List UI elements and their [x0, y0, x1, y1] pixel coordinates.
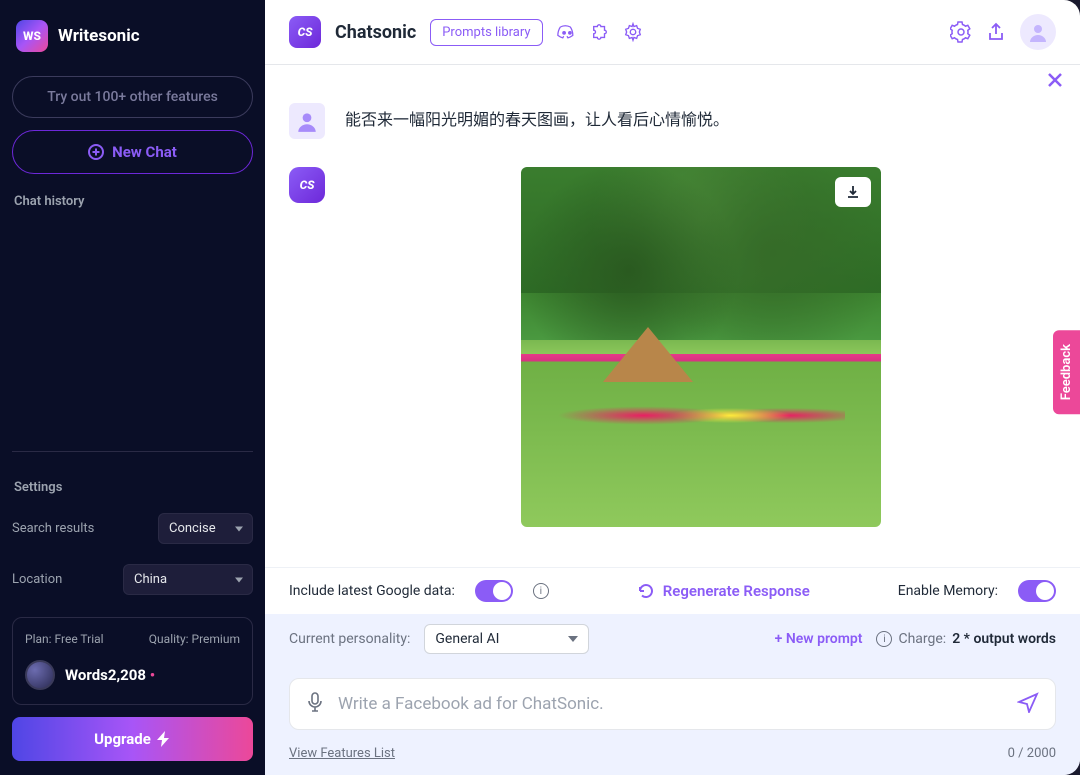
charge-value: 2 * output words: [952, 631, 1056, 647]
personality-bar: Current personality: General AI + New pr…: [265, 614, 1080, 664]
chatsonic-badge: CS: [289, 16, 321, 48]
memory-toggle[interactable]: [1018, 580, 1056, 602]
chat-history-list: [12, 217, 253, 443]
controls-bar: Include latest Google data: i Regenerate…: [265, 567, 1080, 614]
bolt-icon: [157, 731, 171, 747]
user-avatar[interactable]: [1020, 14, 1056, 50]
gem-icon: [25, 660, 55, 690]
new-prompt-button[interactable]: + New prompt: [775, 631, 863, 647]
plan-label: Plan: Free Trial: [25, 632, 104, 646]
send-button[interactable]: [1017, 691, 1039, 717]
settings-icon[interactable]: [950, 21, 972, 43]
upgrade-button[interactable]: Upgrade: [12, 717, 253, 761]
chat-area: 能否来一幅阳光明媚的春天图画，让人看后心情愉悦。 CS: [265, 93, 1080, 567]
user-message-text: 能否来一幅阳光明媚的春天图画，让人看后心情愉悦。: [345, 107, 729, 139]
divider: [12, 451, 253, 452]
user-message-row: 能否来一幅阳光明媚的春天图画，让人看后心情愉悦。: [289, 103, 1056, 139]
logo-badge: WS: [16, 20, 48, 52]
feedback-tab[interactable]: Feedback: [1053, 330, 1080, 414]
brand-name: Writesonic: [58, 26, 140, 46]
plan-box: Plan: Free Trial Quality: Premium Words2…: [12, 617, 253, 705]
character-counter: 0 / 2000: [1008, 746, 1056, 761]
info-icon[interactable]: i: [533, 583, 549, 599]
prompts-library-button[interactable]: Prompts library: [430, 19, 542, 46]
topbar: CS Chatsonic Prompts library: [265, 0, 1080, 65]
view-features-link[interactable]: View Features List: [289, 746, 395, 761]
discord-icon[interactable]: [557, 23, 577, 41]
charge-info-icon[interactable]: i: [876, 631, 892, 647]
close-icon[interactable]: [1046, 71, 1064, 93]
location-label: Location: [12, 572, 62, 587]
new-chat-label: New Chat: [112, 143, 177, 161]
settings-label: Settings: [14, 480, 253, 495]
share-icon[interactable]: [986, 22, 1006, 42]
puzzle-icon[interactable]: [591, 23, 609, 41]
user-message-avatar: [289, 103, 325, 139]
plus-icon: [88, 144, 104, 160]
enable-memory-label: Enable Memory:: [898, 583, 998, 599]
google-data-label: Include latest Google data:: [289, 583, 455, 599]
download-image-button[interactable]: [835, 177, 871, 207]
google-data-toggle[interactable]: [475, 580, 513, 602]
charge-label: Charge:: [898, 631, 946, 647]
gear-icon[interactable]: [623, 22, 643, 42]
bot-avatar: CS: [289, 167, 325, 203]
input-bar: [265, 664, 1080, 740]
search-results-select[interactable]: Concise: [158, 513, 253, 544]
words-counter: Words2,208 •: [65, 666, 155, 684]
sidebar: WS Writesonic Try out 100+ other feature…: [0, 0, 265, 775]
search-results-label: Search results: [12, 521, 94, 536]
generated-image: [521, 167, 881, 527]
main-area: CS Chatsonic Prompts library: [265, 0, 1080, 775]
bot-message-row: CS: [289, 167, 1056, 527]
download-icon: [845, 184, 861, 200]
refresh-icon: [637, 582, 655, 600]
other-features-button[interactable]: Try out 100+ other features: [12, 76, 253, 118]
app-title: Chatsonic: [335, 22, 416, 43]
microphone-icon[interactable]: [306, 691, 324, 717]
chat-history-label: Chat history: [14, 194, 253, 209]
new-chat-button[interactable]: New Chat: [12, 130, 253, 174]
personality-label: Current personality:: [289, 631, 410, 647]
quality-label: Quality: Premium: [149, 632, 240, 646]
personality-select[interactable]: General AI: [424, 624, 589, 654]
location-select[interactable]: China: [123, 564, 253, 595]
regenerate-button[interactable]: Regenerate Response: [637, 582, 810, 600]
brand-logo: WS Writesonic: [12, 20, 253, 52]
message-input[interactable]: [338, 694, 1003, 714]
